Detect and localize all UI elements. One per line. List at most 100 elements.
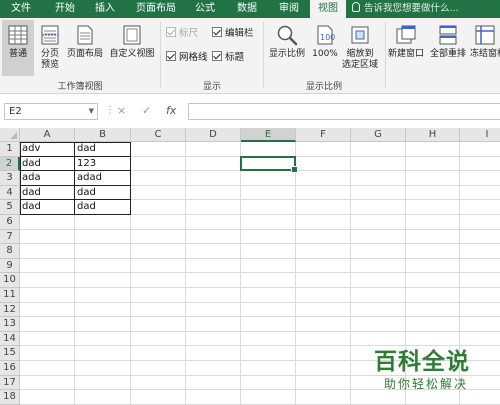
table-cell[interactable]: adad [75, 171, 131, 186]
chevron-down-icon[interactable]: ▼ [89, 104, 94, 119]
headings-checkbox[interactable]: 标题 [212, 51, 244, 65]
column-header[interactable]: B [75, 128, 131, 142]
gridline [20, 301, 500, 303]
tab-review[interactable]: 审阅 [270, 0, 308, 18]
table-cell[interactable]: 123 [75, 157, 131, 172]
row-header[interactable]: 11 [0, 288, 20, 303]
cell-border [20, 214, 131, 215]
column-header[interactable]: D [186, 128, 241, 142]
cell-border [20, 142, 131, 143]
row-header[interactable]: 2 [0, 156, 20, 172]
tab-page-layout[interactable]: 页面布局 [130, 0, 182, 18]
row-header[interactable]: 8 [0, 244, 20, 259]
tell-me-search[interactable]: 告诉我您想要做什么... [352, 0, 459, 18]
table-cell[interactable]: dad [75, 200, 131, 215]
normal-view-label: 普通 [8, 49, 27, 59]
custom-views-button[interactable]: 自定义视图 [106, 20, 158, 76]
formula-bar-splitter[interactable]: ⋮ [105, 105, 115, 116]
svg-text:100: 100 [320, 33, 335, 42]
tab-home[interactable]: 开始 [46, 0, 84, 18]
column-header[interactable]: C [131, 128, 186, 142]
row-header[interactable]: 13 [0, 317, 20, 332]
column-header[interactable]: F [296, 128, 351, 142]
page-break-label-1: 分页 [40, 49, 59, 59]
group-separator [160, 22, 161, 88]
table-cell[interactable]: ada [20, 171, 75, 186]
freeze-panes-button[interactable]: 冻结窗格 [470, 20, 500, 76]
row-header[interactable]: 12 [0, 302, 20, 318]
arrange-all-label: 全部重排 [429, 49, 466, 59]
new-window-button[interactable]: 新建窗口 [386, 20, 426, 76]
tab-formulas[interactable]: 公式 [186, 0, 224, 18]
gridlines-checkbox[interactable]: 网格线 [166, 51, 208, 65]
column-header[interactable]: E [241, 128, 296, 142]
row-header[interactable]: 9 [0, 258, 20, 274]
formula-input[interactable] [188, 103, 500, 120]
page-layout-label: 页面布局 [66, 49, 103, 59]
column-header[interactable]: G [351, 128, 406, 142]
row-header[interactable]: 10 [0, 273, 20, 288]
page-break-label-2: 预览 [40, 60, 59, 70]
row-header[interactable]: 7 [0, 229, 20, 245]
arrange-all-button[interactable]: 全部重排 [428, 20, 468, 76]
arrange-all-icon [439, 25, 457, 45]
zoom-to-selection-button[interactable]: 缩放到 选定区域 [340, 20, 380, 76]
row-header[interactable]: 15 [0, 346, 20, 361]
table-cell[interactable]: dad [20, 200, 75, 215]
column-header[interactable]: H [406, 128, 460, 142]
checkbox-box [166, 27, 176, 37]
custom-views-icon [123, 25, 141, 45]
zoom-selection-label-1: 缩放到 [346, 49, 374, 59]
row-header[interactable]: 16 [0, 361, 20, 376]
freeze-panes-icon [475, 25, 495, 45]
row-header[interactable]: 4 [0, 185, 20, 201]
row-header[interactable]: 5 [0, 200, 20, 215]
page-layout-icon [77, 25, 93, 45]
gridline [185, 142, 186, 405]
watermark: 百科全说 助你轻松解决 [360, 340, 500, 405]
column-header[interactable]: I [460, 128, 500, 142]
row-header[interactable]: 14 [0, 331, 20, 347]
formula-bar: E2 ▼ ⋮ × ✓ fx [0, 94, 500, 128]
table-cell[interactable]: dad [75, 186, 131, 201]
page-break-icon [41, 25, 59, 45]
normal-view-button[interactable]: 普通 [2, 20, 34, 76]
show-group-label: 显示 [202, 82, 221, 92]
formula-bar-checkbox[interactable]: 编辑栏 [212, 27, 254, 41]
active-cell-selection[interactable] [240, 155, 298, 173]
row-header[interactable]: 18 [0, 390, 20, 405]
magnifier-icon [277, 25, 298, 46]
select-all-corner[interactable] [0, 128, 20, 142]
ruler-label: 标尺 [179, 28, 199, 39]
tab-insert[interactable]: 插入 [86, 0, 124, 18]
new-window-icon [396, 25, 416, 44]
row-header[interactable]: 3 [0, 171, 20, 186]
zoom-100-button[interactable]: 100 100% [310, 20, 340, 76]
enter-icon[interactable]: ✓ [142, 104, 151, 117]
name-box[interactable]: E2 ▼ [4, 103, 98, 120]
tab-view[interactable]: 视图 [310, 0, 346, 18]
gridline [240, 142, 241, 405]
zoom-button[interactable]: 显示比例 [266, 20, 308, 76]
headings-label: 标题 [225, 52, 245, 63]
table-cell[interactable]: dad [20, 186, 75, 201]
column-header[interactable]: A [20, 128, 75, 142]
tab-file[interactable]: 文件 [4, 0, 38, 18]
watermark-title: 百科全说 [374, 349, 470, 375]
formula-bar-label: 编辑栏 [225, 28, 254, 39]
table-cell[interactable]: dad [75, 142, 131, 157]
row-header[interactable]: 17 [0, 375, 20, 391]
table-cell[interactable]: dad [20, 157, 75, 172]
cell-border [130, 142, 131, 215]
insert-function-icon[interactable]: fx [166, 104, 176, 117]
row-header[interactable]: 1 [0, 142, 20, 157]
gridline [350, 142, 351, 405]
page-layout-view-button[interactable]: 页面布局 [64, 20, 106, 76]
table-cell[interactable]: adv [20, 142, 75, 157]
page-break-preview-button[interactable]: 分页 预览 [36, 20, 64, 76]
ruler-checkbox[interactable]: 标尺 [166, 27, 198, 41]
zoom-100-icon: 100 [317, 25, 335, 45]
tab-data[interactable]: 数据 [228, 0, 266, 18]
row-header[interactable]: 6 [0, 215, 20, 230]
cancel-icon[interactable]: × [117, 104, 126, 117]
